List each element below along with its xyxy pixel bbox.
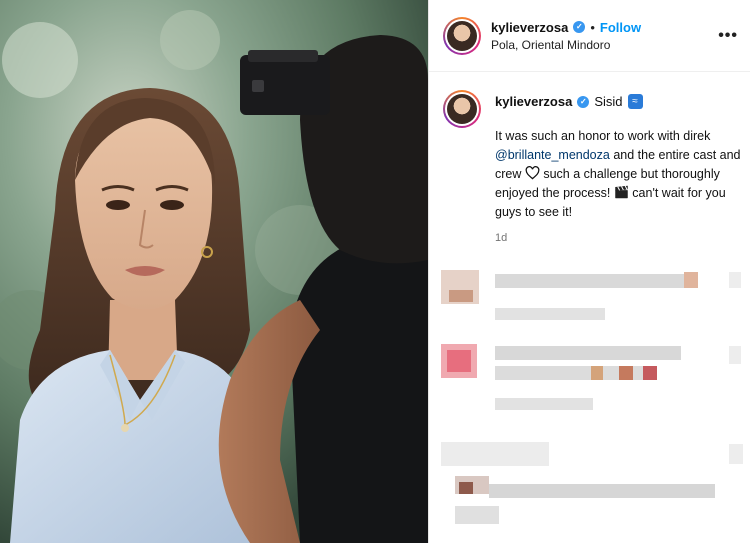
redacted-text <box>441 442 549 466</box>
caption: kylieverzosa ✓ Sisid ≈ It was such an ho… <box>429 72 750 244</box>
caption-username[interactable]: kylieverzosa <box>495 94 572 109</box>
separator-dot: • <box>590 19 595 35</box>
avatar[interactable] <box>443 16 481 55</box>
redacted-text <box>489 484 715 498</box>
caption-avatar[interactable] <box>443 90 481 128</box>
avatar-image <box>447 20 477 51</box>
avatar-image <box>447 94 477 124</box>
post-timestamp: 1d <box>495 232 508 244</box>
photo-illustration <box>0 0 428 543</box>
post-side-panel: kylieverzosa ✓ • Follow Pola, Oriental M… <box>428 0 750 543</box>
redacted-text <box>455 506 499 524</box>
redacted-text <box>495 398 593 410</box>
caption-title: Sisid <box>594 94 623 109</box>
heart-outline-icon <box>525 166 540 180</box>
follow-button[interactable]: Follow <box>600 20 641 35</box>
clapper-board-icon <box>615 185 628 199</box>
post-photo[interactable] <box>0 0 428 543</box>
redacted-text <box>495 346 681 360</box>
caption-text: It was such an honor to work with direk … <box>495 129 741 219</box>
redacted-text <box>495 274 685 288</box>
redacted-comments <box>429 262 750 543</box>
verified-badge-icon: ✓ <box>577 95 590 108</box>
redacted-text <box>495 308 605 320</box>
header-username[interactable]: kylieverzosa <box>491 20 568 35</box>
wave-emoji-icon: ≈ <box>627 94 643 109</box>
more-options-icon[interactable]: ••• <box>718 27 738 45</box>
post-header: kylieverzosa ✓ • Follow Pola, Oriental M… <box>429 0 750 72</box>
instagram-post: kylieverzosa ✓ • Follow Pola, Oriental M… <box>0 0 750 543</box>
location-link[interactable]: Pola, Oriental Mindoro <box>491 38 718 52</box>
verified-badge-icon: ✓ <box>573 21 586 33</box>
mention-link[interactable]: @brillante_mendoza <box>495 148 610 162</box>
